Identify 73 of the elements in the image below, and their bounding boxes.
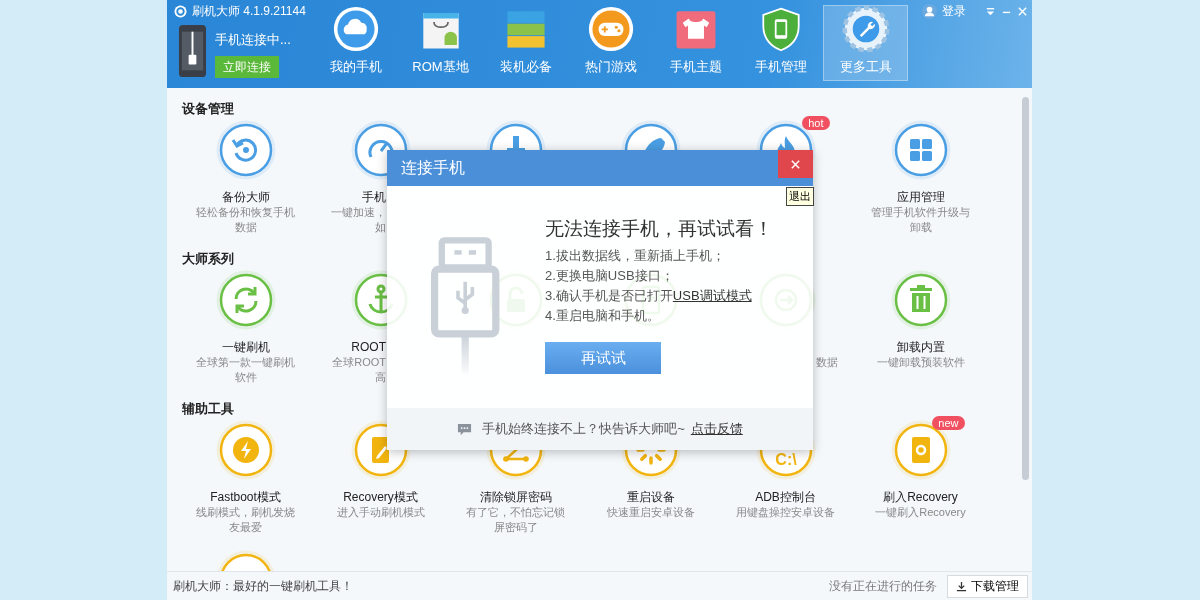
window-title: 刷机大师 4.1.9.21144 — [192, 2, 306, 20]
tool-description: 全球第一款一键刷机软件 — [195, 355, 296, 385]
tool-description: 一键加速， — [331, 206, 386, 218]
download-icon — [956, 580, 967, 592]
grid-icon[interactable] — [890, 120, 951, 180]
tool-name: 重启设备 — [626, 490, 675, 504]
menu-icon[interactable] — [985, 6, 996, 17]
tool-description: 有了它，不怕忘记锁屏密码了 — [465, 505, 566, 535]
user-icon — [922, 4, 937, 19]
nav-tab[interactable]: 手机主题 — [653, 5, 738, 81]
tool-description: 进入手动刷机模式 — [335, 505, 426, 520]
nav-tab[interactable]: 装机必备 — [483, 5, 568, 81]
usb-debug-link[interactable]: USB调试模式 — [672, 288, 752, 303]
close-tooltip: 退出 — [786, 187, 814, 206]
wrench-gear-icon — [840, 6, 891, 52]
tool-description: 一键卸载预装软件 — [875, 355, 966, 370]
tool-name: 卸载内置 — [896, 340, 945, 354]
tool-description: 线刷模式，刷机发烧友最爱 — [195, 505, 296, 535]
tag-label: new — [932, 416, 965, 430]
dialog-title: 连接手机 — [400, 157, 465, 178]
tag-label: hot — [802, 116, 830, 130]
step-text: 3.确认手机是否已打开 — [545, 288, 673, 303]
lightning-icon[interactable] — [215, 420, 276, 480]
step-text: 2.更换电脑USB接口； — [545, 267, 675, 285]
section-heading: 大师系列 — [181, 250, 234, 268]
tool-name: 清除锁屏密码 — [479, 490, 552, 504]
tool-name: 一键刷机 — [221, 340, 270, 354]
step-text: 4.重启电脑和手机。 — [545, 307, 661, 325]
close-button[interactable] — [778, 150, 813, 178]
tool-description: 全球ROOT — [332, 356, 386, 368]
tool-description: 如 — [375, 221, 386, 233]
dialog-headline: 无法连接手机，再试试看！ — [545, 217, 773, 241]
phone-icon — [178, 23, 207, 79]
nav-tab[interactable]: 更多工具 — [823, 5, 908, 81]
refresh-icon[interactable] — [215, 270, 276, 330]
tool-name: 备份大师 — [221, 190, 270, 204]
close-icon[interactable] — [1017, 6, 1028, 17]
status-message: 刷机大师：最好的一键刷机工具！ — [173, 577, 354, 595]
close-icon — [790, 158, 801, 170]
tool-description: 快速重启安卓设备 — [605, 505, 696, 520]
tool-description: 一键刷入Recovery — [874, 505, 967, 520]
feedback-prompt: 手机始终连接不上？快告诉大师吧~ — [482, 420, 685, 438]
tool-name: 应用管理 — [896, 190, 945, 204]
nav-tab[interactable]: 手机管理 — [738, 5, 823, 81]
tool-description: 管理手机软件升级与卸载 — [870, 205, 971, 235]
trash-icon[interactable] — [890, 270, 951, 330]
logo-icon — [174, 4, 187, 18]
chat-icon — [457, 421, 473, 437]
tool-name: 刷入Recovery — [883, 490, 958, 504]
nav-tab[interactable]: 我的手机 — [313, 5, 398, 81]
tool-name: 手机 — [362, 190, 386, 204]
tool-description: 数据 — [816, 356, 838, 368]
login-link[interactable]: 登录 — [942, 3, 966, 20]
tool-description: 用键盘操控安卓设备 — [735, 505, 836, 520]
tool-description: 轻松备份和恢复手机数据 — [195, 205, 296, 235]
scrollbar[interactable] — [1022, 97, 1029, 480]
connect-button[interactable]: 立即连接 — [215, 56, 279, 78]
retry-button[interactable]: 再试试 — [545, 342, 661, 374]
tool-description: 高 — [375, 371, 386, 383]
nav-tab[interactable]: ROM基地 — [398, 5, 483, 81]
tool-name: Fastboot模式 — [210, 490, 281, 504]
tool-name: Recovery模式 — [343, 490, 418, 504]
prompt-text: C:\ — [774, 451, 797, 468]
task-status: 没有正在进行的任务 — [829, 577, 937, 595]
step-text: 1.拔出数据线，重新插上手机； — [545, 247, 726, 265]
download-manager-button[interactable]: 下载管理 — [947, 574, 1028, 598]
tool-name: ROOT — [351, 340, 386, 354]
nav-tab[interactable]: 热门游戏 — [568, 5, 653, 81]
feedback-link[interactable]: 点击反馈 — [690, 420, 743, 438]
section-heading: 辅助工具 — [181, 400, 234, 418]
connection-status: 手机连接中... — [215, 31, 291, 49]
tool-name: ADB控制台 — [755, 490, 816, 504]
section-heading: 设备管理 — [181, 100, 234, 118]
